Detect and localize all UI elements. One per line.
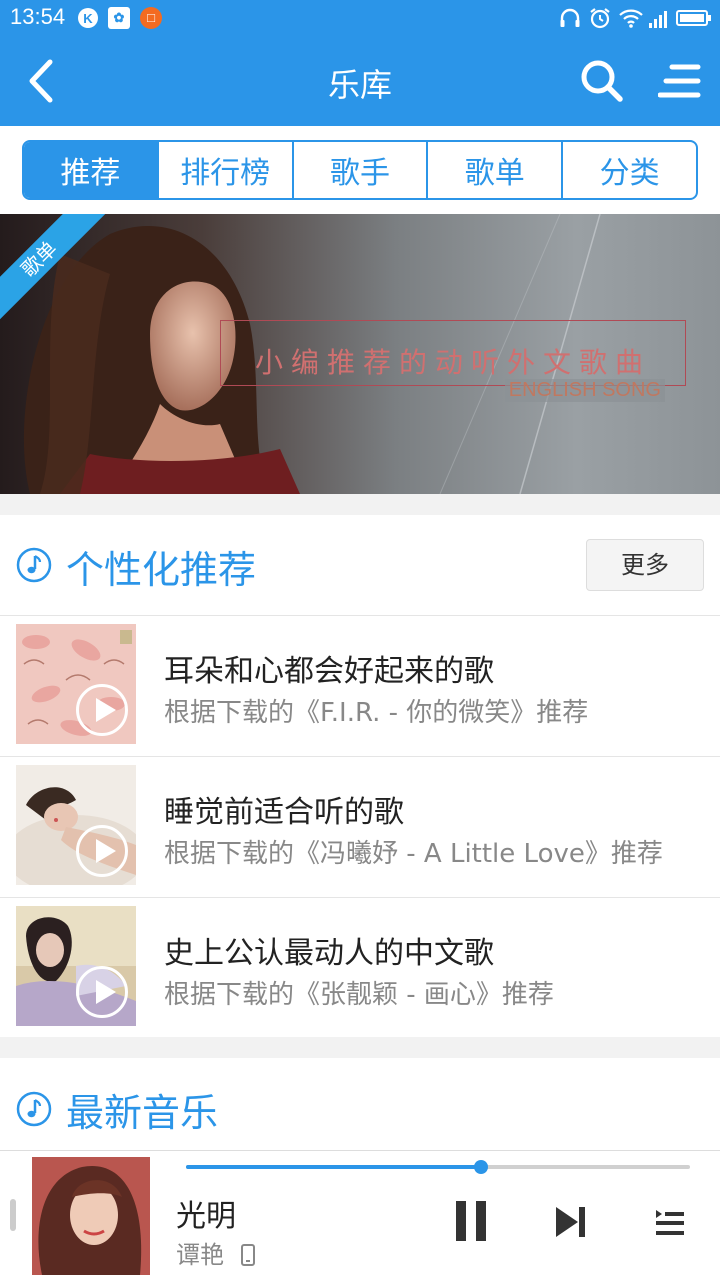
- search-icon[interactable]: [578, 57, 626, 105]
- item-subtitle: 根据下载的《F.I.R. - 你的微笑》推荐: [164, 698, 589, 728]
- list-item[interactable]: 耳朵和心都会好起来的歌 根据下载的《F.I.R. - 你的微笑》推荐: [0, 615, 720, 756]
- item-title: 睡觉前适合听的歌: [164, 795, 404, 830]
- menu-icon[interactable]: [658, 61, 702, 101]
- section-header: 最新音乐: [0, 1058, 720, 1150]
- battery-icon: [676, 10, 711, 26]
- section-title: 个性化推荐: [66, 548, 257, 592]
- wifi-icon: [619, 9, 643, 28]
- playlist-cover: [16, 624, 136, 744]
- now-playing-title: 光明: [176, 1199, 236, 1234]
- headphones-icon: [560, 8, 580, 27]
- status-bar: 13:54 K ✿ □: [0, 0, 720, 36]
- alarm-icon: [590, 8, 610, 29]
- orange-app-icon: □: [140, 7, 162, 29]
- playlist-cover: [16, 906, 136, 1026]
- more-button[interactable]: 更多: [586, 539, 704, 591]
- phone-icon: [240, 1244, 255, 1266]
- list-item[interactable]: 史上公认最动人的中文歌 根据下载的《张靓颖 - 画心》推荐: [0, 897, 720, 1038]
- banner-subtitle: ENGLISH SONG: [504, 379, 665, 402]
- music-note-icon: [16, 547, 52, 583]
- music-note-icon: [16, 1091, 52, 1127]
- latest-music-section: 最新音乐: [0, 1058, 720, 1150]
- tab-bar: 推荐 排行榜 歌手 歌单 分类: [22, 140, 698, 200]
- item-title: 史上公认最动人的中文歌: [164, 936, 494, 971]
- now-playing-artist: 谭艳: [176, 1235, 256, 1270]
- section-title: 最新音乐: [66, 1091, 219, 1135]
- artist-photo: [32, 1157, 150, 1275]
- banner-carousel[interactable]: 歌单 小编推荐的动听外文歌曲 ENGLISH SONG: [0, 214, 720, 494]
- drawer-handle[interactable]: [10, 1199, 16, 1231]
- play-icon[interactable]: [76, 966, 128, 1018]
- item-title: 耳朵和心都会好起来的歌: [164, 654, 494, 689]
- banner-title: 小编推荐的动听外文歌曲: [254, 346, 651, 379]
- item-subtitle: 根据下载的《冯曦妤 - A Little Love》推荐: [164, 839, 663, 869]
- section-header: 个性化推荐 更多: [0, 515, 720, 615]
- list-item[interactable]: 睡觉前适合听的歌 根据下载的《冯曦妤 - A Little Love》推荐: [0, 756, 720, 897]
- tab-recommend[interactable]: 推荐: [24, 142, 157, 198]
- play-icon[interactable]: [76, 684, 128, 736]
- now-playing-cover[interactable]: [32, 1157, 150, 1275]
- next-icon[interactable]: [554, 1205, 588, 1239]
- playlist-cover: [16, 765, 136, 885]
- pause-icon[interactable]: [454, 1199, 488, 1243]
- mini-player[interactable]: 光明 谭艳: [0, 1150, 720, 1281]
- k-icon: K: [78, 8, 98, 28]
- signal-icon: [649, 11, 667, 28]
- tab-categories[interactable]: 分类: [561, 142, 696, 198]
- play-icon[interactable]: [76, 825, 128, 877]
- playlist-icon[interactable]: [654, 1207, 686, 1239]
- progress-fill: [186, 1165, 481, 1169]
- tab-bar-container: 推荐 排行榜 歌手 歌单 分类: [0, 126, 720, 214]
- progress-knob[interactable]: [473, 1160, 488, 1174]
- item-subtitle: 根据下载的《张靓颖 - 画心》推荐: [164, 980, 554, 1010]
- tab-charts[interactable]: 排行榜: [156, 142, 292, 198]
- tab-singers[interactable]: 歌手: [291, 142, 427, 198]
- progress-bar[interactable]: [186, 1160, 690, 1174]
- status-time: 13:54: [10, 4, 66, 29]
- artist-name: 谭艳: [176, 1241, 224, 1269]
- tab-playlists[interactable]: 歌单: [426, 142, 561, 198]
- banner-caption-frame: 小编推荐的动听外文歌曲 ENGLISH SONG: [220, 320, 686, 402]
- app-header: 乐库: [0, 36, 720, 126]
- baidu-paw-icon: ✿: [108, 7, 130, 29]
- personal-recommend-section: 个性化推荐 更多 耳朵和心都会好起来的歌 根据下载的《F.I.R. - 你的微笑…: [0, 515, 720, 1037]
